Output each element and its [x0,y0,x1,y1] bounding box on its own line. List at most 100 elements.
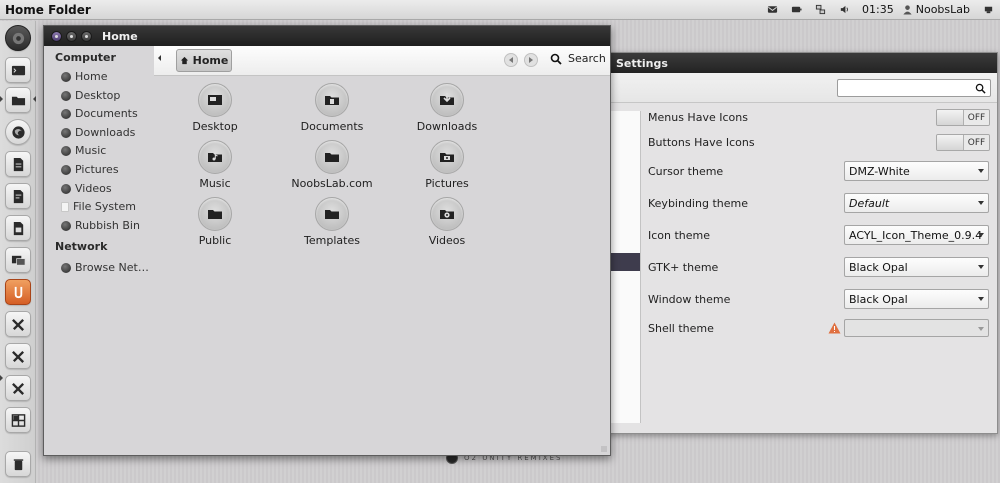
settings-toolbar [601,73,997,103]
menus-have-icons-label: Menus Have Icons [648,111,748,124]
minimize-button[interactable] [66,30,77,42]
sidebar-item-file-system[interactable]: File System [61,200,136,213]
window-theme-select[interactable]: Black Opal [844,289,989,309]
dash-icon[interactable] [5,25,31,51]
settings-row: Menus Have Icons OFF [648,109,990,126]
tools-icon[interactable] [5,311,31,337]
icon-theme-select[interactable]: ACYL_Icon_Theme_0.9.4 [844,225,989,245]
sidebar-item-music[interactable]: Music [61,144,106,157]
folder-pictures[interactable]: Pictures [397,140,497,190]
desktop-folder-icon [198,83,232,117]
trash-icon[interactable] [5,451,31,477]
buttons-have-icons-toggle[interactable]: OFF [936,134,990,151]
home-icon [180,56,188,65]
chevron-down-icon [978,201,984,205]
folder-videos[interactable]: Videos [397,197,497,247]
path-home-button[interactable]: Home [176,49,232,72]
files-icon[interactable] [5,87,31,113]
settings-search-input[interactable] [837,79,991,97]
session-icon[interactable] [976,0,1000,20]
folder-documents[interactable]: Documents [282,83,382,133]
music-folder-icon [198,140,232,174]
settings-title: Settings [616,56,668,70]
workspaces-icon[interactable] [5,407,31,433]
sidebar-item-pictures[interactable]: Pictures [61,163,119,176]
sidebar-item-documents[interactable]: Documents [61,107,138,120]
folder-icon [315,197,349,231]
sidebar-item-home[interactable]: Home [61,70,107,83]
clock[interactable]: 01:35 [856,3,902,16]
text-editor-icon[interactable] [5,183,31,209]
sidebar-item-videos[interactable]: Videos [61,182,112,195]
gtk-theme-select[interactable]: Black Opal [844,257,989,277]
gtk-theme-label: GTK+ theme [648,260,719,274]
computer-header: Computer [55,51,116,64]
firefox-icon[interactable] [5,119,31,145]
menus-have-icons-toggle[interactable]: OFF [936,109,990,126]
chevron-down-icon [978,233,984,237]
folder-noobslab[interactable]: NoobsLab.com [282,140,382,190]
files-window-title: Home [102,29,138,43]
keybinding-theme-label: Keybinding theme [648,196,748,210]
icon-theme-label: Icon theme [648,228,711,242]
tools-icon[interactable] [5,375,31,401]
folder-desktop[interactable]: Desktop [165,83,265,133]
folder-public[interactable]: Public [165,197,265,247]
desktop-icon [61,90,71,101]
user-name: NoobsLab [915,3,970,16]
monitor-icon[interactable] [5,247,31,273]
network-icon[interactable] [808,0,832,20]
close-button[interactable] [51,30,62,42]
sidebar-item-browse-network[interactable]: Browse Net… [61,261,149,274]
back-button[interactable] [504,53,518,67]
battery-icon[interactable] [784,0,808,20]
documents-folder-icon [315,83,349,117]
network-header: Network [55,240,108,253]
sidebar-item-rubbish-bin[interactable]: Rubbish Bin [61,219,140,232]
settings-row: Window theme Black Opal [648,289,990,309]
indicator-area: 01:35 NoobsLab [760,0,1000,20]
ubuntu-one-icon[interactable] [5,279,31,305]
forward-button[interactable] [524,53,538,67]
network-icon [61,262,71,273]
settings-row: Buttons Have Icons OFF [648,134,990,151]
keybinding-theme-select[interactable]: Default [844,193,989,213]
shell-theme-label: Shell theme [648,321,714,335]
folder-downloads[interactable]: Downloads [397,83,497,133]
cursor-theme-select[interactable]: DMZ-White [844,161,989,181]
tools-icon[interactable] [5,343,31,369]
volume-icon[interactable] [832,0,856,20]
chevron-down-icon [978,169,984,173]
window-theme-label: Window theme [648,292,731,306]
pictures-folder-icon [430,140,464,174]
terminal-icon[interactable] [5,57,31,83]
file-system-icon [61,201,69,212]
mail-icon[interactable] [760,0,784,20]
folder-music[interactable]: Music [165,140,265,190]
path-back-arrow-icon[interactable] [158,55,161,61]
document-icon[interactable] [5,151,31,177]
user-menu[interactable]: NoobsLab [902,3,976,16]
sidebar-item-desktop[interactable]: Desktop [61,89,120,102]
cursor-theme-label: Cursor theme [648,164,724,178]
user-icon [903,5,912,15]
documents-icon [61,108,71,119]
folder-templates[interactable]: Templates [282,197,382,247]
settings-title-bar[interactable]: Settings [601,53,997,73]
downloads-folder-icon [430,83,464,117]
resize-grip[interactable] [601,446,607,452]
places-sidebar: Computer Home Desktop Documents Download… [44,46,154,456]
settings-row: Cursor theme DMZ-White [648,161,990,181]
sidebar-item-downloads[interactable]: Downloads [61,126,135,139]
shell-theme-select[interactable] [844,319,989,337]
settings-window: Settings Menus Have Icons OFF Buttons Ha… [600,52,998,434]
files-title-bar[interactable]: Home [44,26,610,46]
search-button[interactable]: Search [550,52,606,65]
launcher [0,21,36,483]
settings-row: Keybinding theme Default [648,193,990,213]
music-icon [61,145,71,156]
maximize-button[interactable] [81,30,92,42]
chevron-down-icon [978,265,984,269]
viewer-icon[interactable] [5,215,31,241]
folder-icon [198,197,232,231]
